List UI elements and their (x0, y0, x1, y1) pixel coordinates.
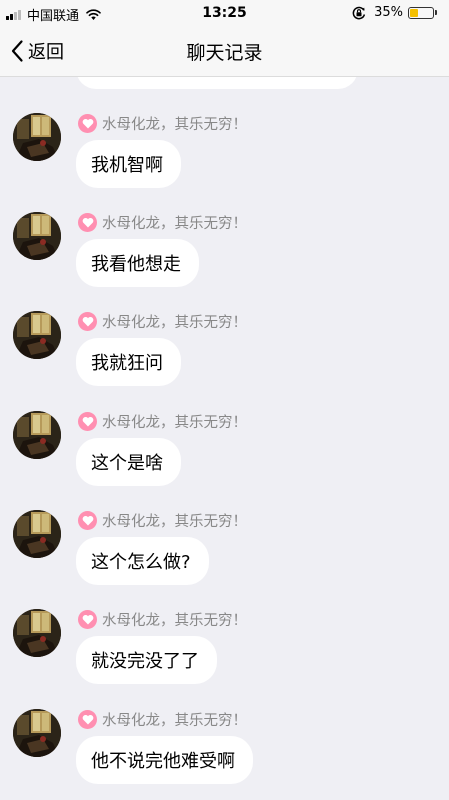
heart-badge-icon (78, 411, 97, 431)
avatar[interactable] (13, 212, 61, 260)
sender-name: 水母化龙，其乐无穷！ (102, 712, 247, 729)
avatar-image (13, 113, 61, 161)
sender-name: 水母化龙，其乐无穷！ (102, 215, 247, 232)
sender-row: 水母化龙，其乐无穷！ (78, 510, 247, 530)
orientation-lock-icon (352, 6, 366, 19)
sender-name: 水母化龙，其乐无穷！ (102, 116, 247, 133)
avatar[interactable] (13, 609, 61, 657)
sender-name: 水母化龙，其乐无穷！ (102, 513, 247, 530)
chat-message: 水母化龙，其乐无穷！ 我就狂问 (0, 311, 449, 401)
message-bubble[interactable]: 这个是啥 (76, 438, 181, 486)
heart-badge-icon (78, 113, 97, 133)
message-bubble[interactable]: 就没完没了了 (76, 636, 217, 684)
heart-badge-icon (78, 212, 97, 232)
avatar-image (13, 212, 61, 260)
chat-message: 水母化龙，其乐无穷！ 我看他想走 (0, 212, 449, 302)
avatar-image (13, 311, 61, 359)
chat-message: 水母化龙，其乐无穷！ 这个是啥 (0, 411, 449, 501)
avatar[interactable] (13, 311, 61, 359)
avatar-image (13, 411, 61, 459)
message-bubble[interactable]: 我看他想走 (76, 239, 199, 287)
avatar-image (13, 510, 61, 558)
heart-badge-icon (78, 510, 97, 530)
message-bubble[interactable]: 他不说完他难受啊 (76, 736, 253, 784)
sender-row: 水母化龙，其乐无穷！ (78, 411, 247, 431)
battery-percent: 35% (374, 5, 403, 20)
heart-badge-icon (78, 709, 97, 729)
chat-message: 水母化龙，其乐无穷！ 这个怎么做? (0, 510, 449, 600)
avatar-image (13, 609, 61, 657)
page-title: 聊天记录 (186, 42, 263, 64)
message-list[interactable]: 水母化龙，其乐无穷！ 我机智啊 水母化龙，其乐无穷！ 我看他想走 水母化龙，其乐… (0, 77, 449, 800)
sender-row: 水母化龙，其乐无穷！ (78, 212, 247, 232)
avatar-image (13, 709, 61, 757)
status-bar: 中国联通 13:25 35% (0, 0, 449, 26)
sender-row: 水母化龙，其乐无穷！ (78, 113, 247, 133)
sender-row: 水母化龙，其乐无穷！ (78, 709, 247, 729)
chat-message: 水母化龙，其乐无穷！ 我机智啊 (0, 113, 449, 203)
heart-badge-icon (78, 609, 97, 629)
previous-message-bubble[interactable] (76, 77, 358, 89)
heart-badge-icon (78, 311, 97, 331)
battery-fill (410, 8, 418, 17)
chat-message: 水母化龙，其乐无穷！ 他不说完他难受啊 (0, 709, 449, 799)
message-bubble[interactable]: 我机智啊 (76, 140, 181, 188)
avatar[interactable] (13, 411, 61, 459)
message-bubble[interactable]: 我就狂问 (76, 338, 181, 386)
sender-row: 水母化龙，其乐无穷！ (78, 609, 247, 629)
avatar[interactable] (13, 709, 61, 757)
battery-tip (435, 10, 437, 15)
nav-bar: 返回 聊天记录 (0, 26, 449, 77)
sender-name: 水母化龙，其乐无穷！ (102, 414, 247, 431)
sender-name: 水母化龙，其乐无穷！ (102, 612, 247, 629)
status-right: 35% (352, 5, 437, 20)
avatar[interactable] (13, 113, 61, 161)
chat-message: 水母化龙，其乐无穷！ 就没完没了了 (0, 609, 449, 699)
avatar[interactable] (13, 510, 61, 558)
message-bubble[interactable]: 这个怎么做? (76, 537, 209, 585)
sender-name: 水母化龙，其乐无穷！ (102, 314, 247, 331)
battery-icon (408, 6, 434, 19)
sender-row: 水母化龙，其乐无穷！ (78, 311, 247, 331)
